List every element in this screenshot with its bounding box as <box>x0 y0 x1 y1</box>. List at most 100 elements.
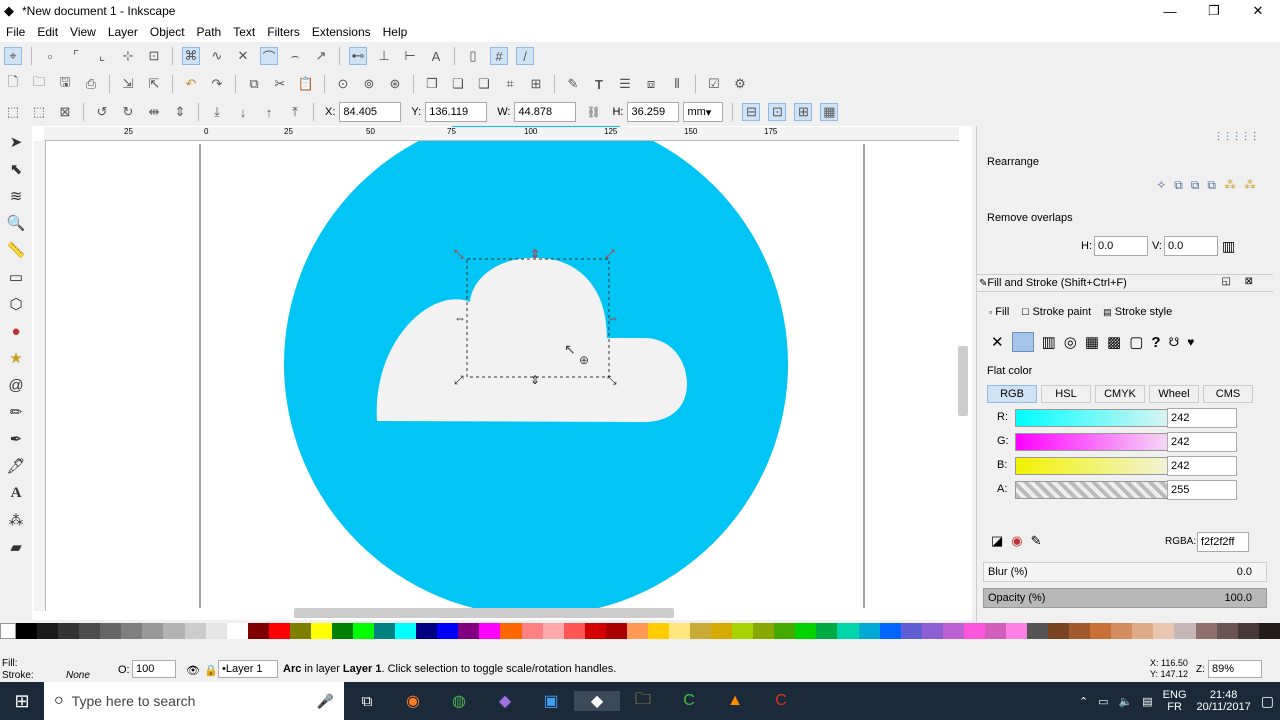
palette-swatch[interactable] <box>142 623 164 639</box>
palette-swatch[interactable] <box>37 623 59 639</box>
rgba-input[interactable]: f2f2f2ff <box>1197 532 1249 552</box>
palette-swatch[interactable] <box>732 623 754 639</box>
palette-swatch[interactable] <box>1153 623 1175 639</box>
palette-swatch[interactable] <box>626 623 648 639</box>
scale-corners-icon[interactable]: ⊡ <box>768 103 787 121</box>
palette-swatch[interactable] <box>184 623 206 639</box>
xml-editor-icon[interactable]: ⧈ <box>642 75 660 93</box>
scale-stroke-icon[interactable]: ⊟ <box>742 103 761 121</box>
start-icon[interactable]: ⊞ <box>0 691 44 712</box>
zoom-tool-icon[interactable]: 🔍 <box>6 212 26 234</box>
vertical-scrollbar[interactable] <box>958 346 968 416</box>
menu-object[interactable]: Object <box>144 25 191 39</box>
palette-swatch[interactable] <box>1027 623 1049 639</box>
palette-swatch[interactable] <box>668 623 690 639</box>
snap-bbox-icon[interactable]: ▫ <box>41 47 59 65</box>
palette-swatch[interactable] <box>1174 623 1196 639</box>
palette-swatch[interactable] <box>774 623 796 639</box>
select-all-layers-icon[interactable]: ⬚ <box>30 103 48 121</box>
new-document-icon[interactable]: 🗋 <box>4 74 22 93</box>
palette-swatch[interactable] <box>690 623 712 639</box>
save-icon[interactable]: 🖫 <box>56 74 74 93</box>
show-hidden-icons-icon[interactable]: ⌃ <box>1079 695 1088 708</box>
handle-w-icon[interactable]: ⇔ <box>454 311 466 325</box>
rotate-ccw-icon[interactable]: ↺ <box>93 103 111 121</box>
palette-swatch[interactable] <box>226 623 248 639</box>
linear-gradient-icon[interactable]: ▥ <box>1042 333 1056 351</box>
menu-extensions[interactable]: Extensions <box>306 25 377 39</box>
lock-ratio-icon[interactable]: ⛓ <box>584 103 602 121</box>
exchange-position-icon[interactable]: ⧉ <box>1174 178 1183 193</box>
remove-overlaps-icon[interactable]: ▥ <box>1222 238 1235 255</box>
exchange-position-icon[interactable]: ⧉ <box>1191 178 1200 193</box>
text-tool-icon[interactable]: A <box>6 482 26 504</box>
palette-swatch[interactable] <box>353 623 375 639</box>
channel-a-slider[interactable] <box>1015 481 1187 499</box>
align-distribute-icon[interactable]: ⫴ <box>668 75 686 93</box>
handle-se-icon[interactable]: ⤡ <box>607 373 617 387</box>
canvas-area[interactable]: ⤡ ⇕ ⤢ ⇔ ⇔ ⤢ ⇕ ⤡ ↖ ⊕ <box>32 126 972 620</box>
palette-swatch[interactable] <box>542 623 564 639</box>
palette-swatch[interactable] <box>858 623 880 639</box>
palette-swatch[interactable] <box>374 623 396 639</box>
channel-b-slider[interactable] <box>1015 457 1187 475</box>
horizontal-ruler[interactable]: 25 0 25 50 75 100 125 150 175 <box>44 127 959 141</box>
selector-tool-icon[interactable]: ➤ <box>6 131 26 153</box>
move-gradients-icon[interactable]: ⊞ <box>794 103 813 121</box>
palette-swatch[interactable] <box>458 623 480 639</box>
tweak-tool-icon[interactable]: ≋ <box>6 185 26 207</box>
eraser-tool-icon[interactable]: ▰ <box>6 536 26 558</box>
palette-swatch[interactable] <box>247 623 269 639</box>
mode-rgb[interactable]: RGB <box>987 385 1037 403</box>
palette-swatch[interactable] <box>1048 623 1070 639</box>
y-input[interactable]: 136.119 <box>425 102 488 122</box>
duplicate-icon[interactable]: ❐ <box>423 75 441 93</box>
pen-tool-icon[interactable]: ✒ <box>6 428 26 450</box>
open-icon[interactable]: 🗀 <box>30 74 48 93</box>
layer-select[interactable]: •Layer 1 <box>218 660 278 678</box>
menu-edit[interactable]: Edit <box>31 25 64 39</box>
x-input[interactable]: 84.405 <box>339 102 402 122</box>
print-icon[interactable]: ⎙ <box>82 75 100 93</box>
palette-swatch[interactable] <box>121 623 143 639</box>
graph-layout-icon[interactable]: ✧ <box>1156 178 1166 193</box>
menu-file[interactable]: File <box>0 25 31 39</box>
pencil-tool-icon[interactable]: ✏ <box>6 401 26 423</box>
paste-icon[interactable]: 📋 <box>297 75 315 93</box>
tab-stroke-style[interactable]: ▤ Stroke style <box>1097 304 1178 320</box>
rectangle-tool-icon[interactable]: ▭ <box>6 266 26 288</box>
palette-swatch[interactable] <box>289 623 311 639</box>
maximize-button[interactable]: ❐ <box>1192 0 1236 22</box>
network-icon[interactable]: ▤ <box>1142 695 1152 708</box>
flip-vertical-icon[interactable]: ⇕ <box>171 103 189 121</box>
snap-bbox-corner-icon[interactable]: ⌞ <box>93 47 111 65</box>
handle-n-icon[interactable]: ⇕ <box>530 247 540 261</box>
deselect-icon[interactable]: ⊠ <box>56 103 74 121</box>
close-panel-icon[interactable]: ⊠ <box>1245 276 1253 287</box>
palette-swatch[interactable] <box>584 623 606 639</box>
w-input[interactable]: 44.878 <box>514 102 577 122</box>
no-color-swatch[interactable] <box>0 623 16 639</box>
copy-icon[interactable]: ⧉ <box>245 75 263 93</box>
palette-swatch[interactable] <box>1195 623 1217 639</box>
h-input[interactable]: 36.259 <box>627 102 680 122</box>
palette-swatch[interactable] <box>1069 623 1091 639</box>
snap-rotation-icon[interactable]: ⊢ <box>401 47 419 65</box>
pattern-icon[interactable]: ▦ <box>1085 333 1099 351</box>
channel-g-slider[interactable] <box>1015 433 1187 451</box>
palette-swatch[interactable] <box>1090 623 1112 639</box>
nonzero-fill-icon[interactable]: ♥ <box>1187 335 1194 349</box>
palette-swatch[interactable] <box>100 623 122 639</box>
eyedropper-icon[interactable]: ✎ <box>1031 533 1042 549</box>
calligraphy-tool-icon[interactable]: 🖋 <box>6 455 26 477</box>
palette-swatch[interactable] <box>879 623 901 639</box>
channel-r-input[interactable]: 242 <box>1167 408 1237 428</box>
channel-r-slider[interactable] <box>1015 409 1187 427</box>
notifications-icon[interactable]: ▢ <box>1261 693 1274 710</box>
menu-view[interactable]: View <box>64 25 102 39</box>
layer-visibility-icon[interactable]: 👁 <box>186 664 200 677</box>
flat-color-icon[interactable] <box>1011 332 1034 352</box>
snap-bbox-edge-icon[interactable]: ⌜ <box>67 47 85 65</box>
inkscape-taskbar-icon[interactable]: ◆ <box>574 691 620 711</box>
unit-select[interactable]: mm ▾ <box>683 102 724 122</box>
